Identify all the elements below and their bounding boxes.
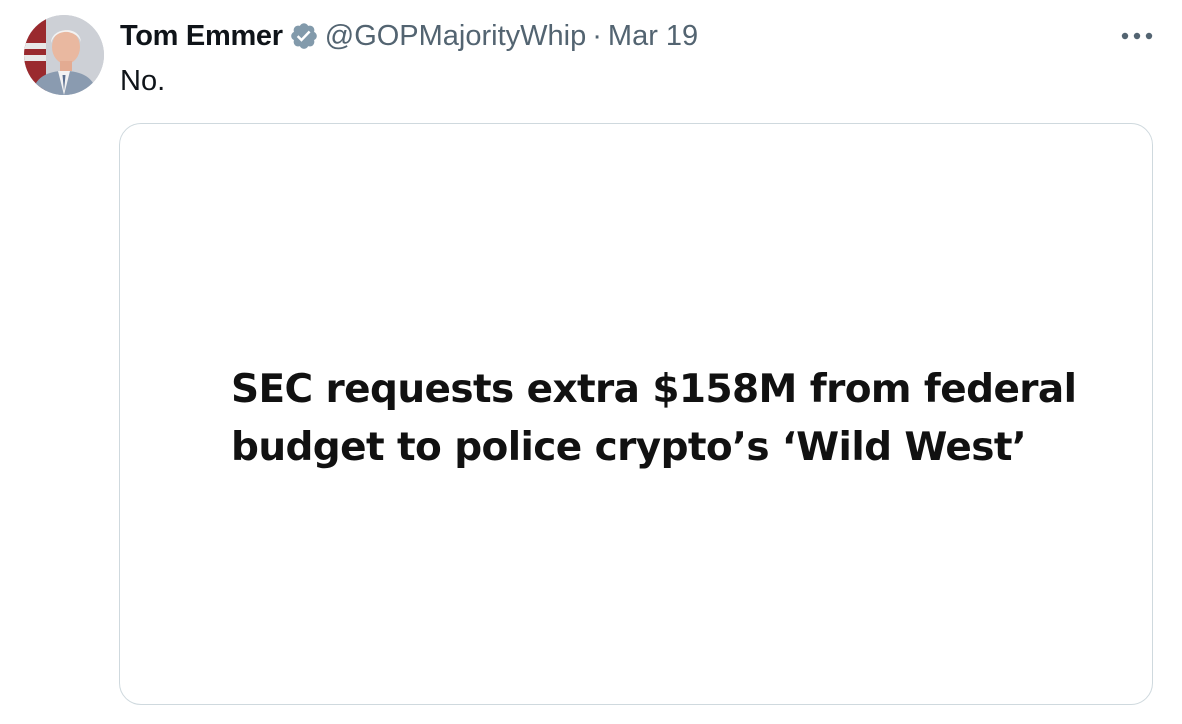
tweet-text: No.	[120, 65, 166, 97]
avatar-image	[24, 15, 104, 95]
tweet-header: Tom Emmer @GOPMajorityWhip · Mar 19	[120, 16, 698, 56]
media-card[interactable]: SEC requests extra $158M from federal bu…	[119, 123, 1153, 705]
author-handle[interactable]: @GOPMajorityWhip	[325, 20, 586, 53]
separator-dot: ·	[592, 19, 602, 52]
media-headline: SEC requests extra $158M from federal bu…	[231, 367, 1077, 470]
tweet: Tom Emmer @GOPMajorityWhip · Mar 19 No. …	[0, 0, 1182, 724]
more-options-icon[interactable]	[1117, 20, 1157, 52]
avatar[interactable]	[24, 15, 104, 95]
verified-badge-icon	[289, 21, 319, 51]
author-name[interactable]: Tom Emmer	[120, 20, 283, 53]
tweet-date[interactable]: Mar 19	[608, 20, 698, 53]
